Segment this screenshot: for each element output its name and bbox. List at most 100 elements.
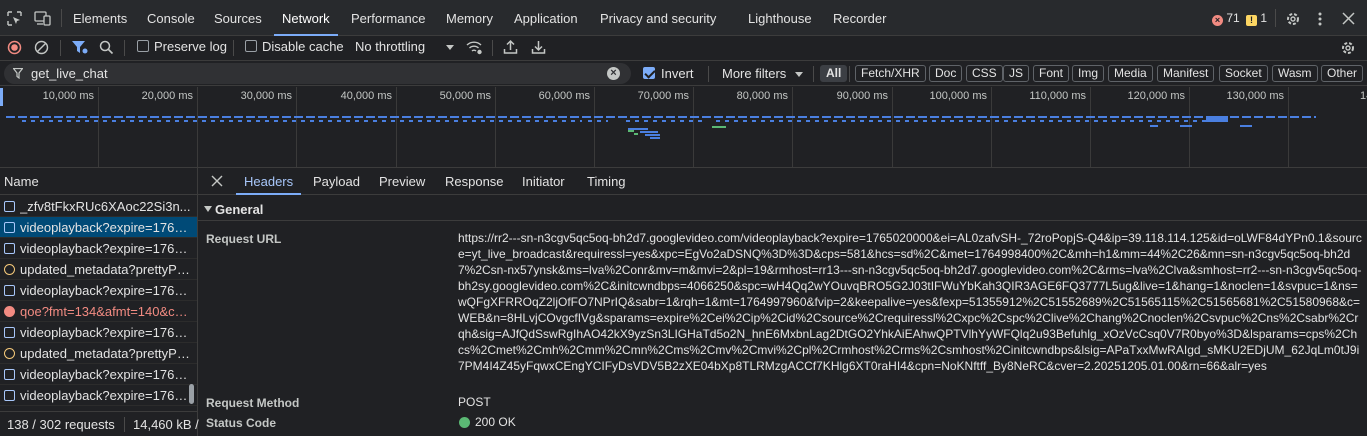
preserve-log-label[interactable]: Preserve log — [154, 39, 227, 54]
more-filters-dropdown[interactable]: More filters — [722, 62, 806, 84]
general-section-header[interactable]: General — [198, 196, 1367, 221]
tab-privacy-security[interactable]: Privacy and security — [600, 0, 716, 36]
search-icon[interactable] — [99, 40, 114, 55]
close-icon[interactable] — [1342, 12, 1355, 25]
throttling-select[interactable]: No throttling — [355, 36, 458, 60]
request-name: videoplayback?expire=1765... — [20, 220, 192, 235]
transfer-size: 14,460 kB / — [133, 417, 199, 432]
request-list-scrollbar[interactable] — [189, 384, 194, 404]
timeline-tick-label: 120,000 ms — [1127, 90, 1185, 102]
tab-elements[interactable]: Elements — [73, 0, 127, 36]
timeline-scroll-handle[interactable] — [0, 88, 3, 106]
close-details-icon[interactable] — [211, 175, 223, 187]
type-filter-css[interactable]: CSS — [966, 65, 1003, 82]
tab-timing[interactable]: Timing — [587, 168, 626, 195]
throttling-value: No throttling — [355, 39, 426, 54]
type-filter-fetch-xhr[interactable]: Fetch/XHR — [855, 65, 926, 82]
tab-memory[interactable]: Memory — [446, 0, 493, 36]
device-toolbar-icon[interactable] — [34, 11, 51, 26]
tab-performance[interactable]: Performance — [351, 0, 425, 36]
request-name: videoplayback?expire=1765... — [20, 325, 192, 340]
issues-badge[interactable]: × 71 ! 1 — [1212, 11, 1267, 27]
request-row[interactable]: videoplayback?expire=1765... — [0, 385, 197, 406]
type-filter-js[interactable]: JS — [1003, 65, 1030, 82]
type-filter-media[interactable]: Media — [1108, 65, 1153, 82]
timeline-tick-label: 50,000 ms — [439, 90, 491, 102]
type-filter-manifest[interactable]: Manifest — [1157, 65, 1215, 82]
network-settings-gear-icon[interactable] — [1340, 40, 1356, 56]
timeline-tick-label: 60,000 ms — [538, 90, 590, 102]
disable-cache-label[interactable]: Disable cache — [262, 39, 344, 54]
stop-recording-icon[interactable] — [7, 40, 22, 55]
error-count: 71 — [1226, 11, 1240, 25]
timeline-tick-label: 30,000 ms — [240, 90, 292, 102]
chevron-down-icon — [795, 72, 803, 77]
request-row[interactable]: videoplayback?expire=1765... — [0, 280, 197, 301]
type-filter-font[interactable]: Font — [1033, 65, 1070, 82]
timeline-tick-label: 80,000 ms — [736, 90, 788, 102]
tab-network[interactable]: Network — [274, 0, 338, 36]
name-column-header[interactable]: Name — [0, 168, 197, 195]
error-icon — [4, 306, 15, 317]
request-url-label: Request URL — [206, 232, 282, 246]
media-resource-icon — [4, 243, 15, 254]
request-row[interactable]: qoe?fmt=134&afmt=140&cp... — [0, 301, 197, 322]
type-filter-doc[interactable]: Doc — [929, 65, 963, 82]
type-filter-img[interactable]: Img — [1072, 65, 1105, 82]
type-filter-other[interactable]: Other — [1321, 65, 1364, 82]
import-har-icon[interactable] — [503, 39, 518, 55]
media-resource-icon — [4, 390, 15, 401]
request-row[interactable]: updated_metadata?prettyPri... — [0, 259, 197, 280]
tab-preview[interactable]: Preview — [379, 168, 425, 195]
tab-initiator[interactable]: Initiator — [522, 168, 565, 195]
request-row[interactable]: videoplayback?expire=1765... — [0, 322, 197, 343]
clear-filter-icon[interactable]: × — [607, 67, 620, 80]
script-resource-icon — [4, 264, 15, 275]
collapse-triangle-icon — [204, 206, 212, 212]
type-filter-all[interactable]: All — [820, 65, 848, 82]
timeline-tick-label: 140, — [1360, 90, 1367, 102]
request-url-value: https://rr2---sn-n3cgv5qc5oq-bh2d7.googl… — [458, 231, 1362, 373]
preserve-log-checkbox[interactable] — [137, 40, 149, 52]
media-resource-icon — [4, 285, 15, 296]
request-count: 138 / 302 requests — [7, 417, 115, 432]
request-row[interactable]: updated_metadata?prettyPri... — [0, 343, 197, 364]
invert-label[interactable]: Invert — [661, 66, 694, 81]
tab-console[interactable]: Console — [147, 0, 195, 36]
status-ok-dot-icon — [459, 417, 470, 428]
tab-sources[interactable]: Sources — [214, 0, 262, 36]
tab-response[interactable]: Response — [445, 168, 504, 195]
type-filter-wasm[interactable]: Wasm — [1272, 65, 1318, 82]
request-row[interactable]: videoplayback?expire=1765... — [0, 217, 197, 238]
request-name: _zfv8tFkxRUc6XAoc22Si3n... — [20, 199, 191, 214]
request-row[interactable]: videoplayback?expire=1765... — [0, 364, 197, 385]
clear-icon[interactable] — [34, 40, 49, 55]
request-name: updated_metadata?prettyPri... — [20, 262, 192, 277]
request-row[interactable]: videoplayback?expire=1765... — [0, 238, 197, 259]
warning-count: 1 — [1260, 11, 1268, 25]
request-row[interactable]: _zfv8tFkxRUc6XAoc22Si3n... — [0, 196, 197, 217]
disable-cache-checkbox[interactable] — [245, 40, 257, 52]
network-toolbar: Preserve log Disable cache No throttling — [0, 36, 1367, 61]
summary-bar: 138 / 302 requests 14,460 kB / — [0, 411, 199, 436]
timeline-tick-label: 10,000 ms — [42, 90, 94, 102]
request-name: videoplayback?expire=1765... — [20, 388, 192, 403]
filter-input-box[interactable]: get_live_chat × — [4, 63, 631, 84]
tab-application[interactable]: Application — [514, 0, 578, 36]
tab-recorder[interactable]: Recorder — [833, 0, 886, 36]
gear-icon[interactable] — [1285, 11, 1301, 27]
export-har-icon[interactable] — [531, 39, 546, 55]
tab-headers[interactable]: Headers — [235, 168, 302, 195]
type-filter-socket[interactable]: Socket — [1219, 65, 1268, 82]
chevron-down-icon — [446, 45, 454, 50]
network-conditions-icon[interactable] — [466, 40, 483, 55]
more-vertical-icon[interactable] — [1317, 11, 1323, 27]
filter-icon[interactable] — [71, 40, 88, 55]
tab-payload[interactable]: Payload — [313, 168, 360, 195]
inspect-element-icon[interactable] — [7, 11, 22, 26]
invert-checkbox[interactable] — [643, 67, 655, 79]
request-list: Name _zfv8tFkxRUc6XAoc22Si3n... videoplay… — [0, 168, 199, 436]
filter-input[interactable]: get_live_chat — [31, 66, 108, 81]
tab-lighthouse[interactable]: Lighthouse — [748, 0, 812, 36]
request-name: videoplayback?expire=1765... — [20, 367, 192, 382]
